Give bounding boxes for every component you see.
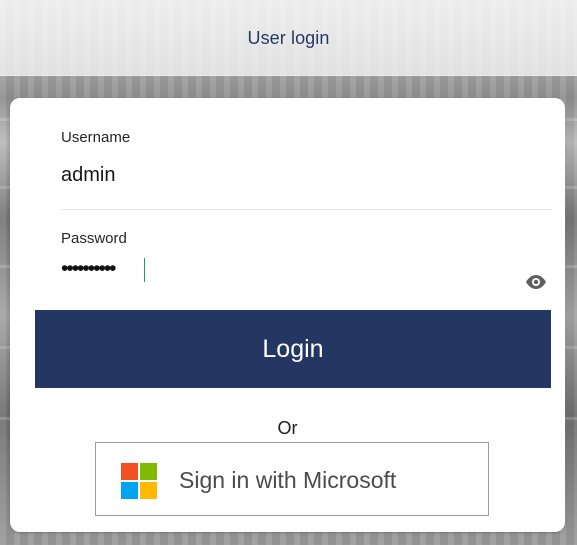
username-field[interactable]: admin xyxy=(61,164,115,187)
login-button[interactable]: Login xyxy=(35,310,551,388)
microsoft-button-label: Sign in with Microsoft xyxy=(179,467,397,493)
microsoft-logo-blue-square xyxy=(121,482,138,499)
microsoft-logo-icon xyxy=(121,463,157,499)
header-bar: User login xyxy=(0,0,577,76)
sign-in-with-microsoft-button[interactable]: Sign in with Microsoft xyxy=(95,442,489,516)
password-label: Password xyxy=(61,230,127,247)
microsoft-logo-green-square xyxy=(140,463,157,480)
microsoft-logo-yellow-square xyxy=(140,482,157,499)
username-label: Username xyxy=(61,129,131,146)
password-field[interactable]: •••••••••• xyxy=(61,258,117,279)
or-separator: Or xyxy=(277,418,298,438)
login-card: Username admin Password •••••••••• Login… xyxy=(10,98,565,532)
page-title: User login xyxy=(247,28,330,48)
eye-icon xyxy=(526,275,546,289)
microsoft-logo-red-square xyxy=(121,463,138,480)
field-divider xyxy=(61,209,552,210)
text-caret xyxy=(144,258,145,282)
show-password-button[interactable] xyxy=(522,272,550,292)
